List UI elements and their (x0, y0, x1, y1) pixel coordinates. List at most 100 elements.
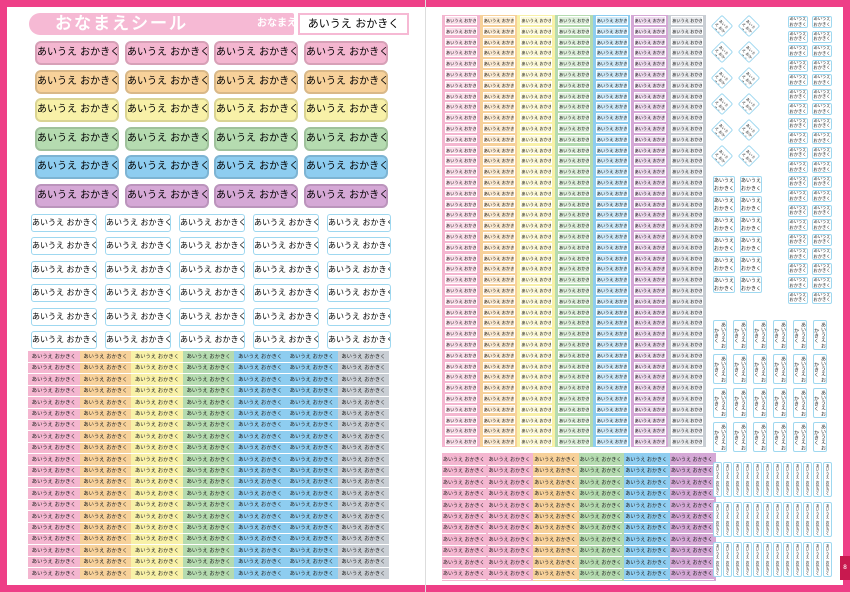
small-sticker: あいうえ おかきく (633, 286, 666, 295)
small-sticker: あいうえ おかきく (286, 534, 338, 546)
page-number-tab: 8 (840, 556, 850, 580)
vertical-sticker-small: あいうえ おかきく (773, 502, 782, 537)
small-sticker: あいうえ おかきく (445, 199, 477, 209)
small-sticker: あいうえ おかきく (337, 420, 390, 432)
small-sticker: あいうえ おかきく (482, 145, 515, 155)
small-sticker: あいうえ おかきく (633, 37, 666, 47)
small-sticker: あいうえ おかきく (520, 242, 553, 252)
tiny-sticker: あいうえ おかきく (812, 277, 832, 289)
large-sticker: あいうえ おかきく (214, 98, 298, 123)
small-sticker: あいうえ おかきく (337, 398, 390, 409)
small-sticker: あいうえ おかきく (445, 188, 477, 198)
small-sticker: あいうえ おかきく (671, 286, 704, 295)
small-sticker: あいうえ おかきく (671, 145, 704, 155)
large-sticker: あいうえ おかきく (35, 98, 119, 123)
small-sticker: あいうえ おかきく (337, 523, 390, 534)
small-sticker: あいうえ おかきく (558, 437, 591, 446)
small-sticker: あいうえ おかきく (520, 188, 553, 198)
tiny-sticker: あいうえ おかきく (788, 204, 808, 217)
small-sticker: あいうえ おかきく (442, 523, 486, 535)
small-sticker: あいうえ おかきく (578, 558, 623, 569)
small-sticker: あいうえ おかきく (558, 286, 591, 295)
small-sticker: あいうえ おかきく (286, 352, 338, 363)
medium-sticker: あいうえ おかきく (31, 214, 97, 232)
small-sticker: あいうえ おかきく (482, 242, 515, 252)
small-sticker: あいうえ おかきく (28, 500, 80, 512)
vertical-sticker: あいうえ おかきく (713, 422, 727, 452)
small-sticker: あいうえ おかきく (578, 489, 623, 501)
small-sticker: あいうえ おかきく (595, 318, 628, 327)
small-sticker: あいうえ おかきく (624, 478, 668, 489)
small-sticker: あいうえ おかきく (671, 48, 704, 57)
small-sticker: あいうえ おかきく (671, 318, 704, 327)
vertical-sticker-small: あいうえ おかきく (723, 462, 732, 497)
small-sticker: あいうえ おかきく (558, 199, 591, 209)
small-sticker: あいうえ おかきく (633, 188, 666, 198)
small-sticker: あいうえ おかきく (578, 512, 623, 523)
small-sticker: あいうえ おかきく (595, 372, 628, 381)
small-sticker: あいうえ おかきく (670, 546, 714, 558)
small-sticker: あいうえ おかきく (558, 178, 591, 187)
small-sticker: あいうえ おかきく (558, 318, 591, 327)
medium-sticker: あいうえ おかきく (179, 307, 245, 326)
small-sticker: あいうえ おかきく (28, 466, 80, 477)
small-sticker: あいうえ おかきく (286, 523, 338, 534)
small-sticker: あいうえ おかきく (595, 340, 628, 349)
small-sticker: あいうえ おかきく (79, 489, 132, 500)
name-label: おなまえ (257, 18, 297, 29)
small-sticker: あいうえ おかきく (671, 307, 704, 317)
vertical-sticker-small: あいうえ おかきく (803, 502, 812, 537)
small-sticker: あいうえ おかきく (595, 80, 628, 90)
small-sticker: あいうえ おかきく (234, 455, 286, 466)
small-sticker: あいうえ おかきく (445, 426, 477, 435)
medium-sticker: あいうえ おかきく (179, 237, 245, 256)
vertical-sticker-small: あいうえ おかきく (803, 542, 812, 577)
small-sticker: あいうえ おかきく (286, 443, 338, 455)
small-sticker: あいうえ おかきく (558, 16, 591, 25)
small-sticker: あいうえ おかきく (595, 296, 628, 306)
small-sticker: あいうえ おかきく (445, 242, 477, 252)
small-sticker: あいうえ おかきく (234, 534, 286, 546)
small-sticker: あいうえ おかきく (445, 113, 477, 122)
small-sticker: あいうえ おかきく (633, 134, 666, 144)
small-sticker: あいうえ おかきく (28, 352, 80, 363)
small-sticker: あいうえ おかきく (286, 477, 338, 489)
small-sticker: あいうえ おかきく (671, 70, 704, 79)
vertical-sticker: あいうえ おかきく (793, 354, 807, 384)
medium-sticker: あいうえ おかきく (31, 284, 97, 303)
small-sticker: あいうえ おかきく (671, 404, 704, 414)
small-sticker: あいうえ おかきく (131, 455, 183, 466)
tiny-sticker: あいうえ おかきく (788, 161, 808, 173)
tiny-sticker: あいうえ おかきく (812, 117, 832, 130)
small-sticker: あいうえ おかきく (234, 432, 286, 443)
small-sticker: あいうえ おかきく (442, 466, 486, 478)
small-sticker: あいうえ おかきく (558, 361, 591, 371)
small-sticker: あいうえ おかきく (595, 210, 628, 219)
small-sticker: あいうえ おかきく (445, 221, 477, 230)
small-sticker: あいうえ おかきく (520, 199, 553, 209)
small-sticker: あいうえ おかきく (79, 455, 132, 466)
small-sticker: あいうえ おかきく (445, 394, 477, 403)
small-sticker: あいうえ おかきく (286, 569, 338, 580)
small-sticker: あいうえ おかきく (633, 80, 666, 90)
small-sticker: あいうえ おかきく (482, 188, 515, 198)
small-sticker: あいうえ おかきく (286, 363, 338, 375)
small-sticker: あいうえ おかきく (337, 363, 390, 375)
small-sticker: あいうえ おかきく (520, 253, 553, 263)
small-sticker: あいうえ おかきく (131, 557, 183, 569)
medium-sticker: あいうえ おかきく (327, 260, 391, 279)
small-sticker: あいうえ おかきく (487, 478, 532, 489)
vertical-sticker: あいうえ おかきく (813, 354, 827, 384)
small-sticker: あいうえ おかきく (520, 156, 553, 165)
small-sticker: あいうえ おかきく (624, 489, 668, 501)
large-sticker: あいうえ おかきく (214, 69, 298, 94)
square-sticker: あいうえ おかきく (713, 176, 735, 193)
small-sticker: あいうえ おかきく (633, 350, 666, 360)
name-value[interactable]: あいうえ おかきく (298, 13, 409, 35)
small-sticker: あいうえ おかきく (182, 386, 235, 398)
small-sticker: あいうえ おかきく (595, 16, 628, 25)
small-sticker: あいうえ おかきく (482, 210, 515, 219)
small-sticker: あいうえ おかきく (624, 558, 668, 569)
small-sticker: あいうえ おかきく (633, 113, 666, 122)
small-sticker: あいうえ おかきく (520, 37, 553, 47)
